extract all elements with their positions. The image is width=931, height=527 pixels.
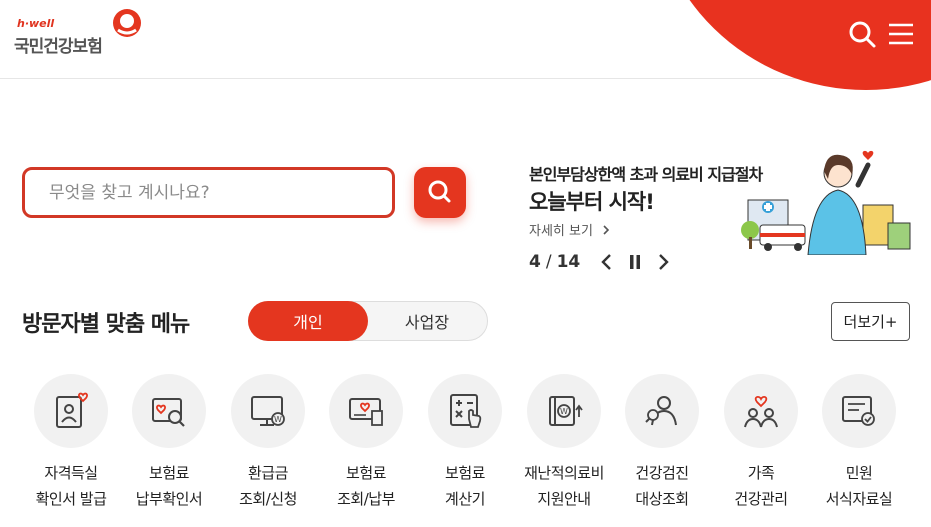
- tab-personal[interactable]: 개인: [248, 301, 368, 341]
- search-input[interactable]: [25, 170, 392, 215]
- chevron-right-icon: [603, 225, 610, 235]
- banner-subheadline: 오늘부터 시작!: [529, 190, 655, 214]
- pager-separator: /: [545, 252, 552, 272]
- banner-headline: 본인부담상한액 초과 의료비 지급절차: [529, 165, 763, 184]
- wallet-won-icon: W: [549, 396, 583, 426]
- menu-icon-wrap: [132, 374, 206, 448]
- hamburger-menu-icon: [889, 23, 913, 45]
- logo-subtitle: h·well: [17, 17, 55, 30]
- logo-title: 국민건강보험: [14, 37, 103, 57]
- visitor-type-toggle: 개인 사업장: [248, 301, 488, 341]
- menu-label: 자격득실 확인서 발급: [16, 460, 126, 512]
- header-search-button[interactable]: [847, 19, 877, 49]
- header: h·well 국민건강보험: [0, 0, 931, 90]
- id-card-heart-icon: [56, 392, 88, 428]
- menu-label: 보험료 계산기: [410, 460, 520, 512]
- menu-label-line1: 환급금: [248, 464, 288, 482]
- menu-label-line2: 건강관리: [734, 490, 788, 508]
- menu-label-line2: 확인서 발급: [35, 490, 107, 508]
- menu-label: 민원 서식자료실: [804, 460, 914, 512]
- search-icon: [849, 21, 876, 48]
- pager-current: 4: [529, 252, 541, 272]
- banner-pager: 4 / 14: [529, 251, 674, 273]
- menu-label-line2: 조회/신청: [239, 490, 297, 508]
- banner-more-label: 자세히 보기: [529, 224, 593, 239]
- svg-text:W: W: [274, 415, 282, 424]
- person-search-icon: [645, 396, 677, 426]
- bill-heart-icon: [349, 398, 383, 426]
- menu-item-catastrophic-medical-support[interactable]: W 재난적의료비 지원안내: [515, 374, 613, 524]
- menu-label-line1: 보험료: [445, 464, 485, 482]
- search-icon: [428, 180, 451, 203]
- menu-label: 건강검진 대상조회: [607, 460, 717, 512]
- menu-icon-wrap: [34, 374, 108, 448]
- banner-illustration: [741, 150, 911, 255]
- pager-total: 14: [556, 252, 581, 272]
- menu-label-line1: 민원: [845, 464, 873, 482]
- menu-item-payment-confirmation[interactable]: 보험료 납부확인서: [120, 374, 218, 524]
- menu-icon-wrap: [428, 374, 502, 448]
- pause-button[interactable]: [624, 251, 646, 273]
- menu-label-line1: 건강검진: [635, 464, 689, 482]
- menu-icon-wrap: [329, 374, 403, 448]
- menu-label-line2: 서식자료실: [825, 490, 893, 508]
- menu-label-line1: 가족: [747, 464, 775, 482]
- svg-text:W: W: [560, 407, 568, 416]
- logo-mark-icon: [113, 9, 141, 37]
- menu-label-line1: 보험료: [346, 464, 386, 482]
- menu-label-line1: 보험료: [149, 464, 189, 482]
- menu-label-line2: 조회/납부: [337, 490, 395, 508]
- page: h·well 국민건강보험 무엇을 찾고 계시나요? 본인부담상한액 초과 의료…: [0, 0, 931, 527]
- header-menu-button[interactable]: [886, 19, 916, 49]
- menu-icon-wrap: [625, 374, 699, 448]
- prev-button[interactable]: [596, 251, 618, 273]
- form-check-icon: [842, 396, 875, 426]
- menu-label: 보험료 납부확인서: [114, 460, 224, 512]
- menu-label-line2: 지원안내: [537, 490, 591, 508]
- menu-icon-wrap: W: [527, 374, 601, 448]
- menu-icon-wrap: [822, 374, 896, 448]
- menu-item-premium-calculator[interactable]: 보험료 계산기: [416, 374, 514, 524]
- menu-icon-wrap: W: [231, 374, 305, 448]
- menu-label-line1: 재난적의료비: [524, 464, 604, 482]
- menu-item-eligibility-certificate[interactable]: 자격득실 확인서 발급: [22, 374, 120, 524]
- document-search-icon: [152, 398, 185, 427]
- next-icon: [659, 254, 669, 270]
- menu-item-refund[interactable]: W 환급금 조회/신청: [219, 374, 317, 524]
- search-box: [22, 167, 395, 218]
- menu-label-line1: 자격득실: [44, 464, 98, 482]
- menu-label: 환급금 조회/신청: [213, 460, 323, 512]
- menu-icon-wrap: [724, 374, 798, 448]
- menu-label-line2: 계산기: [445, 490, 485, 508]
- menu-label: 재난적의료비 지원안내: [509, 460, 619, 512]
- menu-label-line2: 납부확인서: [135, 490, 203, 508]
- calculator-icon: [450, 394, 482, 428]
- section-title: 방문자별 맞춤 메뉴: [22, 312, 190, 337]
- banner-more-link[interactable]: 자세히 보기: [529, 220, 612, 239]
- more-button[interactable]: 더보기+: [831, 302, 910, 341]
- monitor-won-icon: W: [251, 396, 285, 426]
- logo[interactable]: h·well 국민건강보험: [14, 8, 144, 57]
- prev-icon: [601, 254, 612, 270]
- menu-item-health-checkup[interactable]: 건강검진 대상조회: [613, 374, 711, 524]
- menu-label: 보험료 조회/납부: [311, 460, 421, 512]
- menu-label-line2: 대상조회: [635, 490, 689, 508]
- menu-item-family-health[interactable]: 가족 건강관리: [712, 374, 810, 524]
- menu-item-premium-inquiry[interactable]: 보험료 조회/납부: [317, 374, 415, 524]
- menu-item-civil-forms[interactable]: 민원 서식자료실: [810, 374, 908, 524]
- tab-business[interactable]: 사업장: [367, 301, 487, 341]
- menu-label: 가족 건강관리: [706, 460, 816, 512]
- search-submit-button[interactable]: [414, 167, 466, 218]
- family-heart-icon: [744, 395, 778, 428]
- next-button[interactable]: [652, 251, 674, 273]
- pause-icon: [630, 255, 641, 269]
